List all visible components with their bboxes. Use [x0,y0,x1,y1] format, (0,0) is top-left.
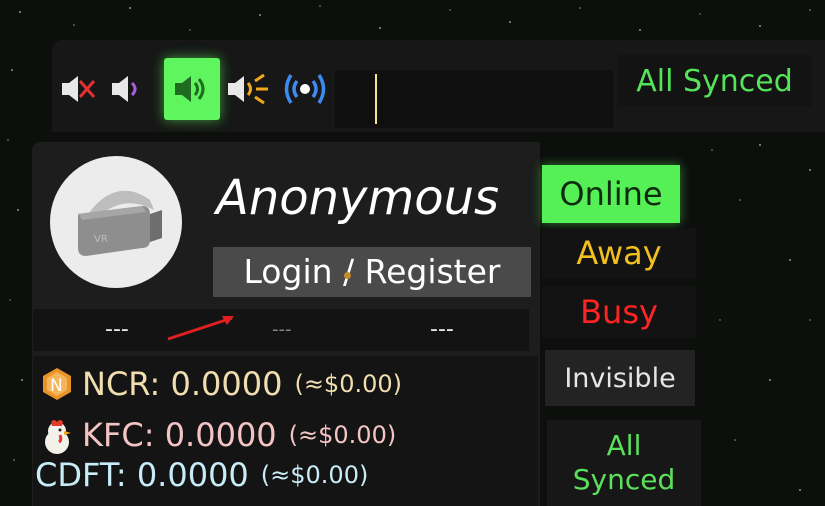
voice-level-meter [335,70,613,128]
status-invisible-button[interactable]: Invisible [545,350,695,406]
vr-headset-icon: VR [78,190,162,256]
info-field-1: --- [105,317,129,342]
ncr-usd-value: (≈$0.00) [294,370,402,398]
username: Anonymous [216,170,500,226]
wallet-row-ncr: N NCR: 0.0000 (≈$0.00) [40,365,402,403]
broadcast-voice-button[interactable] [280,58,330,120]
broadcast-icon [284,74,326,104]
login-register-button[interactable]: Login / Register [213,247,531,297]
status-away-button[interactable]: Away [542,228,696,278]
red-arrow-icon [167,316,234,341]
ncr-balance: NCR: 0.0000 [82,365,283,403]
avatar[interactable]: VR [50,156,182,288]
muted-voice-button[interactable] [58,58,98,120]
top-synced-status: All Synced [617,55,812,107]
synced-line-2: Synced [572,463,676,496]
kfc-usd-value: (≈$0.00) [288,421,397,449]
normal-voice-icon [175,76,205,102]
svg-text:VR: VR [94,234,108,245]
wallet-row-kfc: KFC: 0.0000 (≈$0.00) [40,416,396,454]
info-field-3: --- [430,317,454,342]
synced-line-1: All [606,429,642,462]
status-online-button[interactable]: Online [542,165,680,223]
kfc-balance: KFC: 0.0000 [82,416,277,454]
status-busy-button[interactable]: Busy [542,286,696,338]
muted-icon [62,76,96,102]
whisper-voice-button[interactable] [106,58,146,120]
svg-text:N: N [50,376,63,396]
cdft-usd-value: (≈$0.00) [260,461,369,489]
info-field-2: --- [272,319,292,340]
voice-level-indicator [375,74,377,124]
chicken-icon [40,418,74,454]
normal-voice-button[interactable] [164,58,220,120]
cdft-balance: CDFT: 0.0000 [35,456,249,494]
whisper-icon [112,76,137,102]
synced-status-button[interactable]: All Synced [547,420,701,506]
cursor-dot [344,272,351,279]
ncr-coin-icon: N [40,367,74,401]
shout-icon [228,73,268,105]
wallet-row-cdft: CDFT: 0.0000 (≈$0.00) [35,456,368,494]
shout-voice-button[interactable] [222,58,272,120]
